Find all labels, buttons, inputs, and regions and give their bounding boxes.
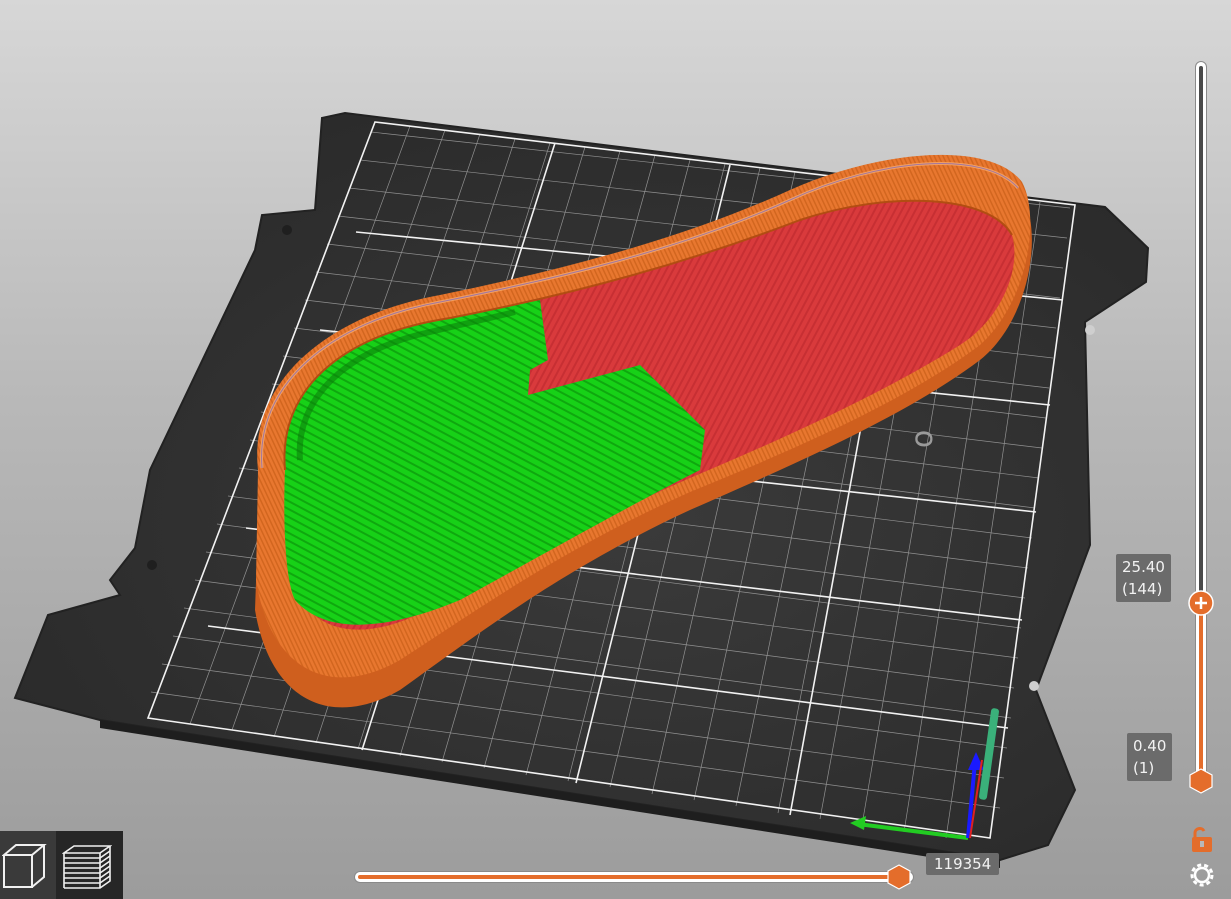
layer-slider-top-handle[interactable] — [1188, 590, 1214, 616]
layer-bottom-number: (1) — [1133, 759, 1155, 777]
3d-viewport[interactable]: o — [0, 0, 1231, 899]
move-slider-range — [358, 875, 903, 879]
layer-view-button[interactable] — [56, 831, 123, 899]
layers-icon — [62, 845, 112, 889]
layer-slider-range — [1199, 603, 1203, 781]
3d-view-button[interactable] — [0, 831, 60, 899]
move-slider-handle[interactable] — [886, 864, 912, 890]
bed-logo-mark: o — [905, 429, 941, 449]
layer-bottom-label: 0.40 (1) — [1127, 733, 1173, 781]
layer-slider-bottom-handle[interactable] — [1188, 768, 1214, 794]
move-slider-value: 119354 — [926, 853, 1000, 875]
layer-top-number: (144) — [1122, 580, 1163, 598]
gear-icon[interactable] — [1187, 860, 1217, 890]
cube-icon — [2, 844, 47, 888]
layer-top-height: 25.40 — [1122, 558, 1165, 576]
layer-bottom-height: 0.40 — [1133, 737, 1167, 755]
layer-top-label: 25.40 (144) — [1116, 554, 1171, 602]
unlock-icon[interactable] — [1187, 824, 1217, 854]
